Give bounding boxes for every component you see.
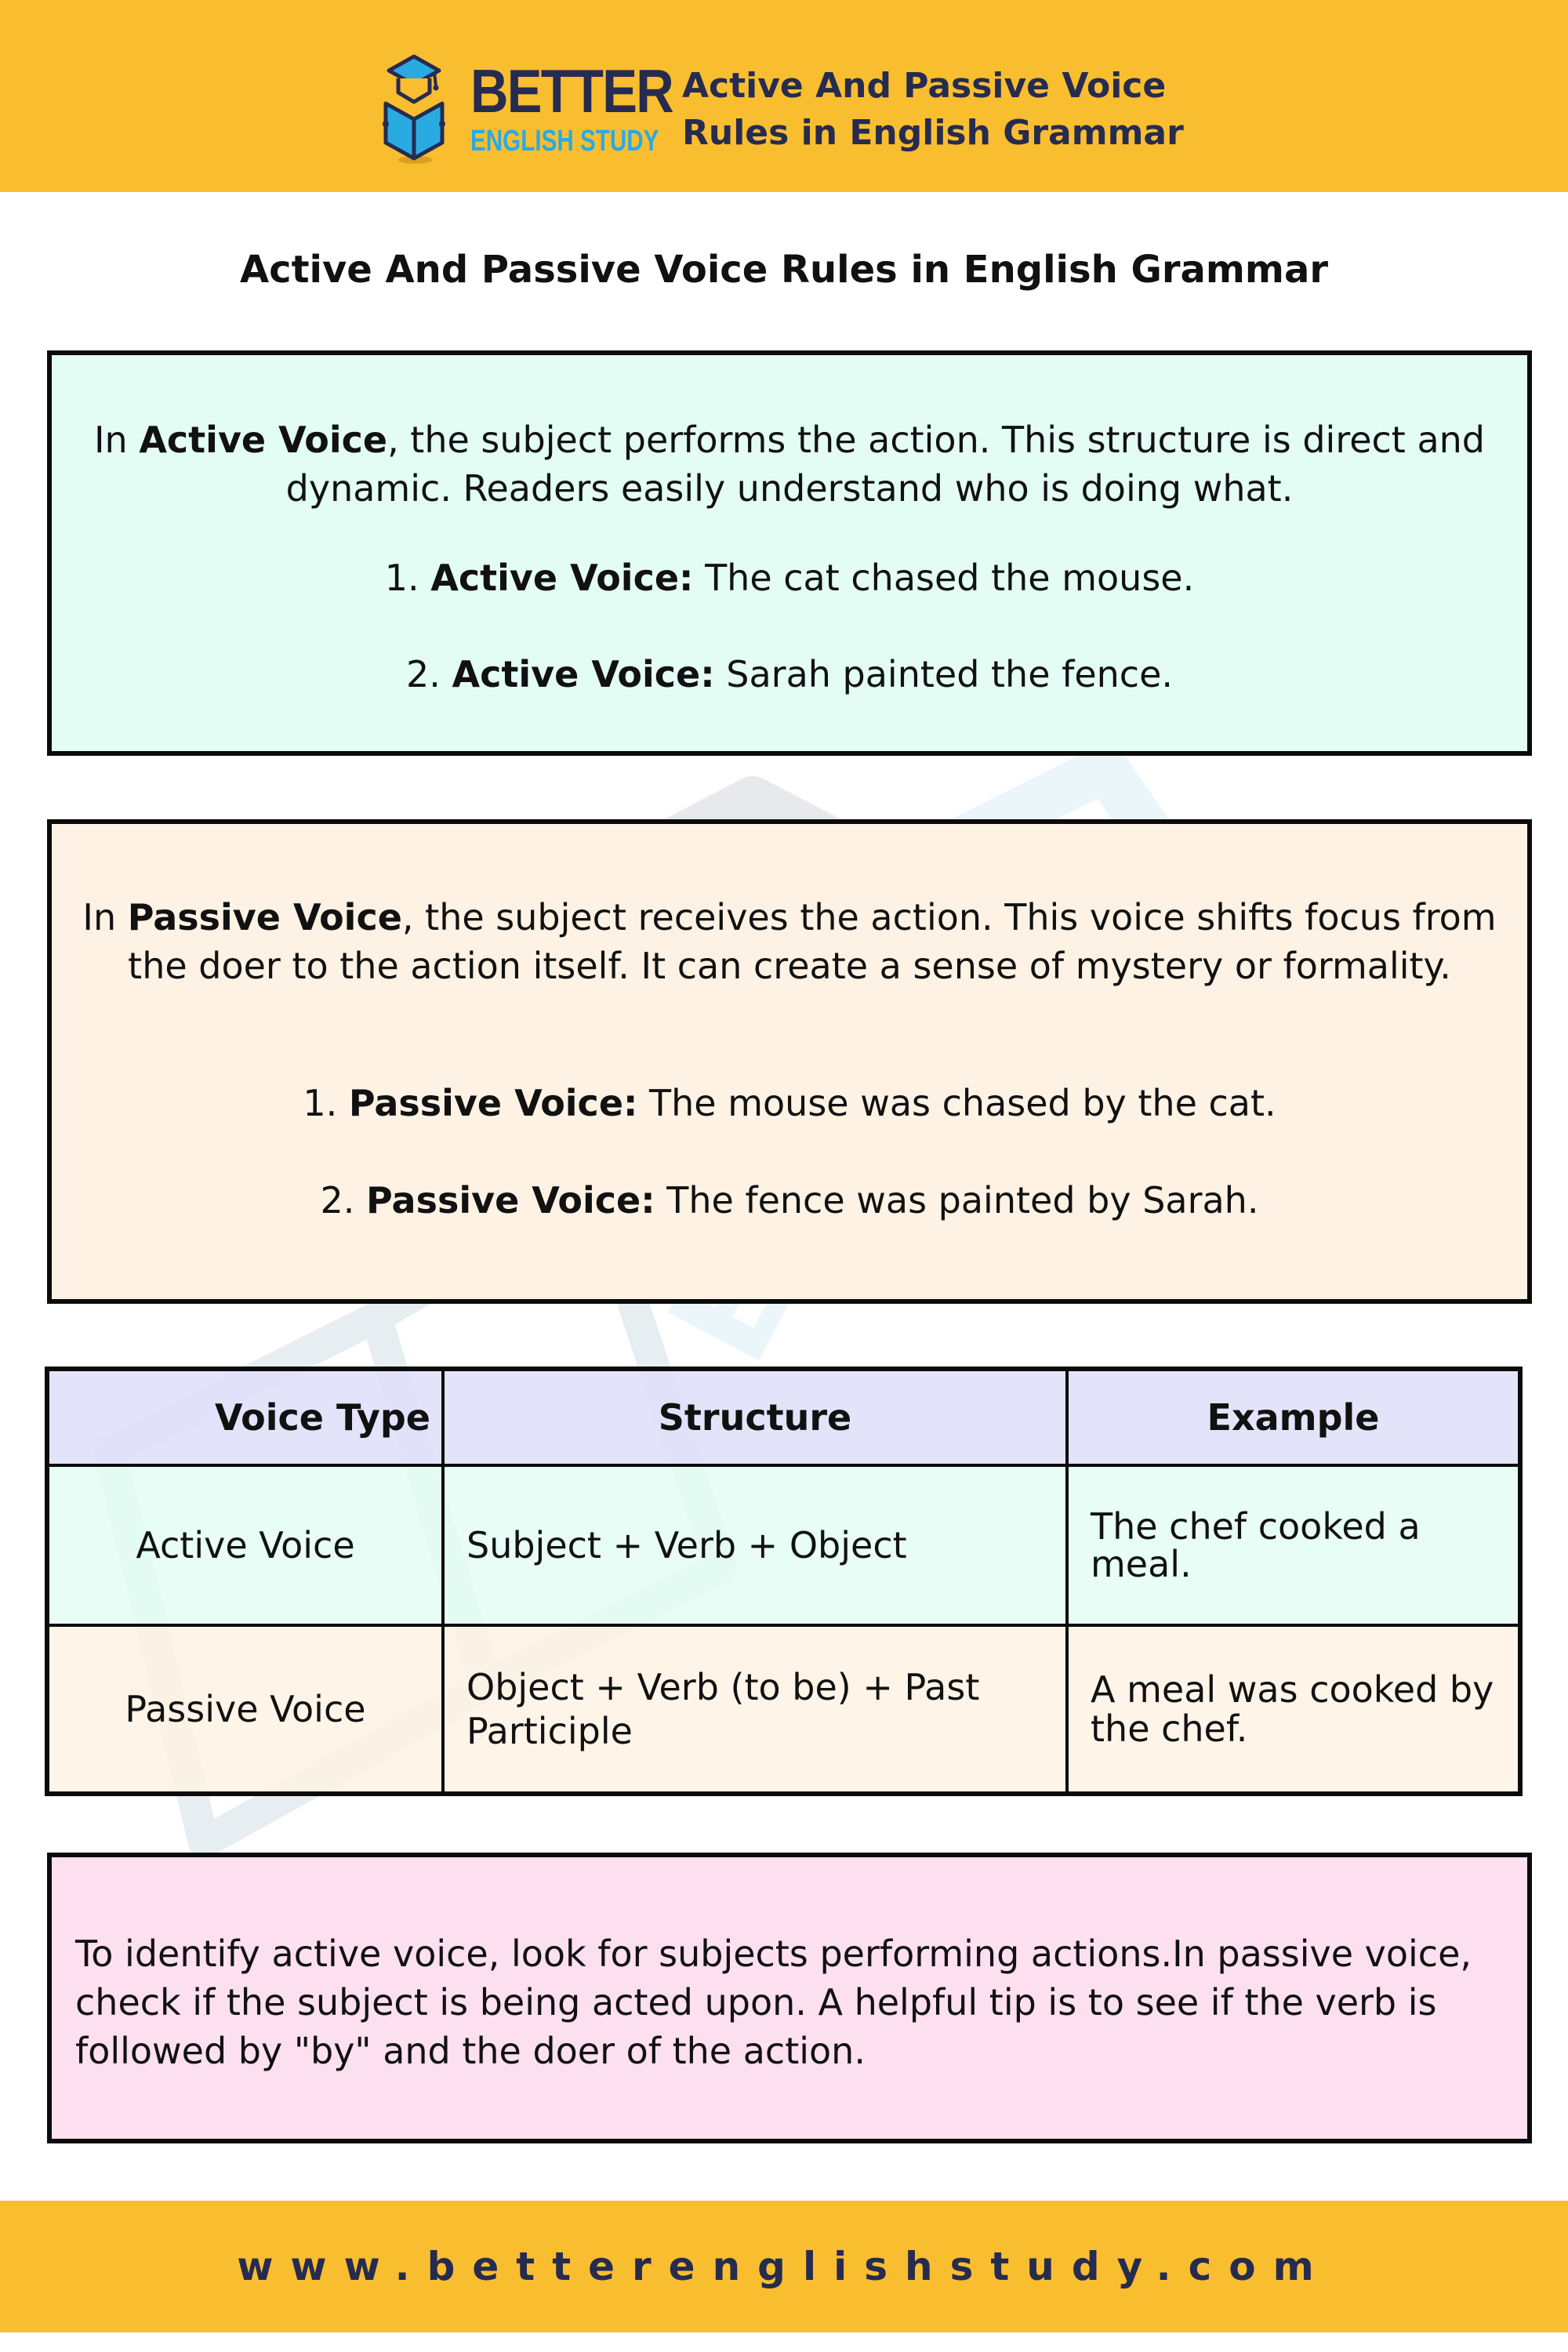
passive-voice-definition: In Passive Voice, the subject receives t… (75, 893, 1504, 990)
voice-comparison-table: Voice Type Structure Example Active Voic… (45, 1367, 1523, 1796)
active-example-1: 1. Active Voice: The cat chased the mous… (52, 554, 1527, 602)
passive-voice-box: In Passive Voice, the subject receives t… (47, 819, 1532, 1304)
example-number: 1. (303, 1082, 338, 1124)
graduation-cap-book-icon (383, 54, 445, 164)
table-row: Active Voice Subject + Verb + Object The… (45, 1464, 1522, 1627)
header-title: Active And Passive Voice Rules in Englis… (682, 63, 1184, 157)
example-label: Active Voice: (452, 653, 715, 695)
header-title-line-2: Rules in English Grammar (682, 113, 1184, 153)
active-voice-definition: In Active Voice, the subject performs th… (75, 416, 1504, 513)
passive-example-2: 2. Passive Voice: The fence was painted … (52, 1176, 1527, 1225)
example-number: 2. (320, 1179, 355, 1221)
cell-structure: Object + Verb (to be) + Past Participle (441, 1624, 1069, 1795)
example-text: The fence was painted by Sarah. (666, 1179, 1259, 1221)
brand-name: BETTER (470, 56, 674, 125)
table-header-row: Voice Type Structure Example (45, 1367, 1522, 1467)
definition-prefix: In (82, 896, 128, 938)
cell-voice-type: Active Voice (45, 1464, 445, 1627)
example-number: 1. (384, 557, 419, 599)
example-text: Sarah painted the fence. (726, 653, 1173, 695)
column-header-structure: Structure (441, 1367, 1069, 1467)
passive-example-1: 1. Passive Voice: The mouse was chased b… (52, 1079, 1527, 1127)
definition-term: Active Voice (139, 419, 388, 461)
cell-voice-type: Passive Voice (45, 1624, 445, 1795)
header-title-line-1: Active And Passive Voice (682, 66, 1167, 106)
example-label: Active Voice: (430, 557, 694, 599)
active-example-2: 2. Active Voice: Sarah painted the fence… (52, 650, 1527, 699)
identification-tip-box: To identify active voice, look for subje… (47, 1853, 1532, 2143)
active-voice-box: In Active Voice, the subject performs th… (47, 350, 1532, 756)
example-label: Passive Voice: (348, 1082, 638, 1124)
website-link[interactable]: www.betterenglishstudy.com (0, 2241, 1568, 2292)
example-text: The mouse was chased by the cat. (649, 1082, 1276, 1124)
table-row: Passive Voice Object + Verb (to be) + Pa… (45, 1624, 1522, 1795)
cell-example: The chef cooked a meal. (1065, 1464, 1522, 1627)
column-header-voice-type: Voice Type (45, 1367, 445, 1467)
example-number: 2. (405, 653, 441, 695)
page-title: Active And Passive Voice Rules in Englis… (239, 248, 1329, 292)
header-banner: BETTER ENGLISH STUDY Active And Passive … (0, 0, 1568, 192)
definition-prefix: In (93, 419, 140, 461)
brand-logo[interactable]: BETTER ENGLISH STUDY (383, 53, 674, 167)
definition-term: Passive Voice (127, 896, 402, 938)
example-text: The cat chased the mouse. (705, 557, 1195, 599)
footer-banner: www.betterenglishstudy.com (0, 2201, 1568, 2332)
brand-tagline: ENGLISH STUDY (470, 125, 659, 158)
definition-text: , the subject performs the action. This … (285, 419, 1486, 510)
tip-text: To identify active voice, look for subje… (75, 1933, 1472, 2072)
cell-example: A meal was cooked by the chef. (1065, 1624, 1522, 1795)
example-label: Passive Voice: (366, 1179, 655, 1221)
cell-structure: Subject + Verb + Object (441, 1464, 1069, 1627)
column-header-example: Example (1065, 1367, 1522, 1467)
